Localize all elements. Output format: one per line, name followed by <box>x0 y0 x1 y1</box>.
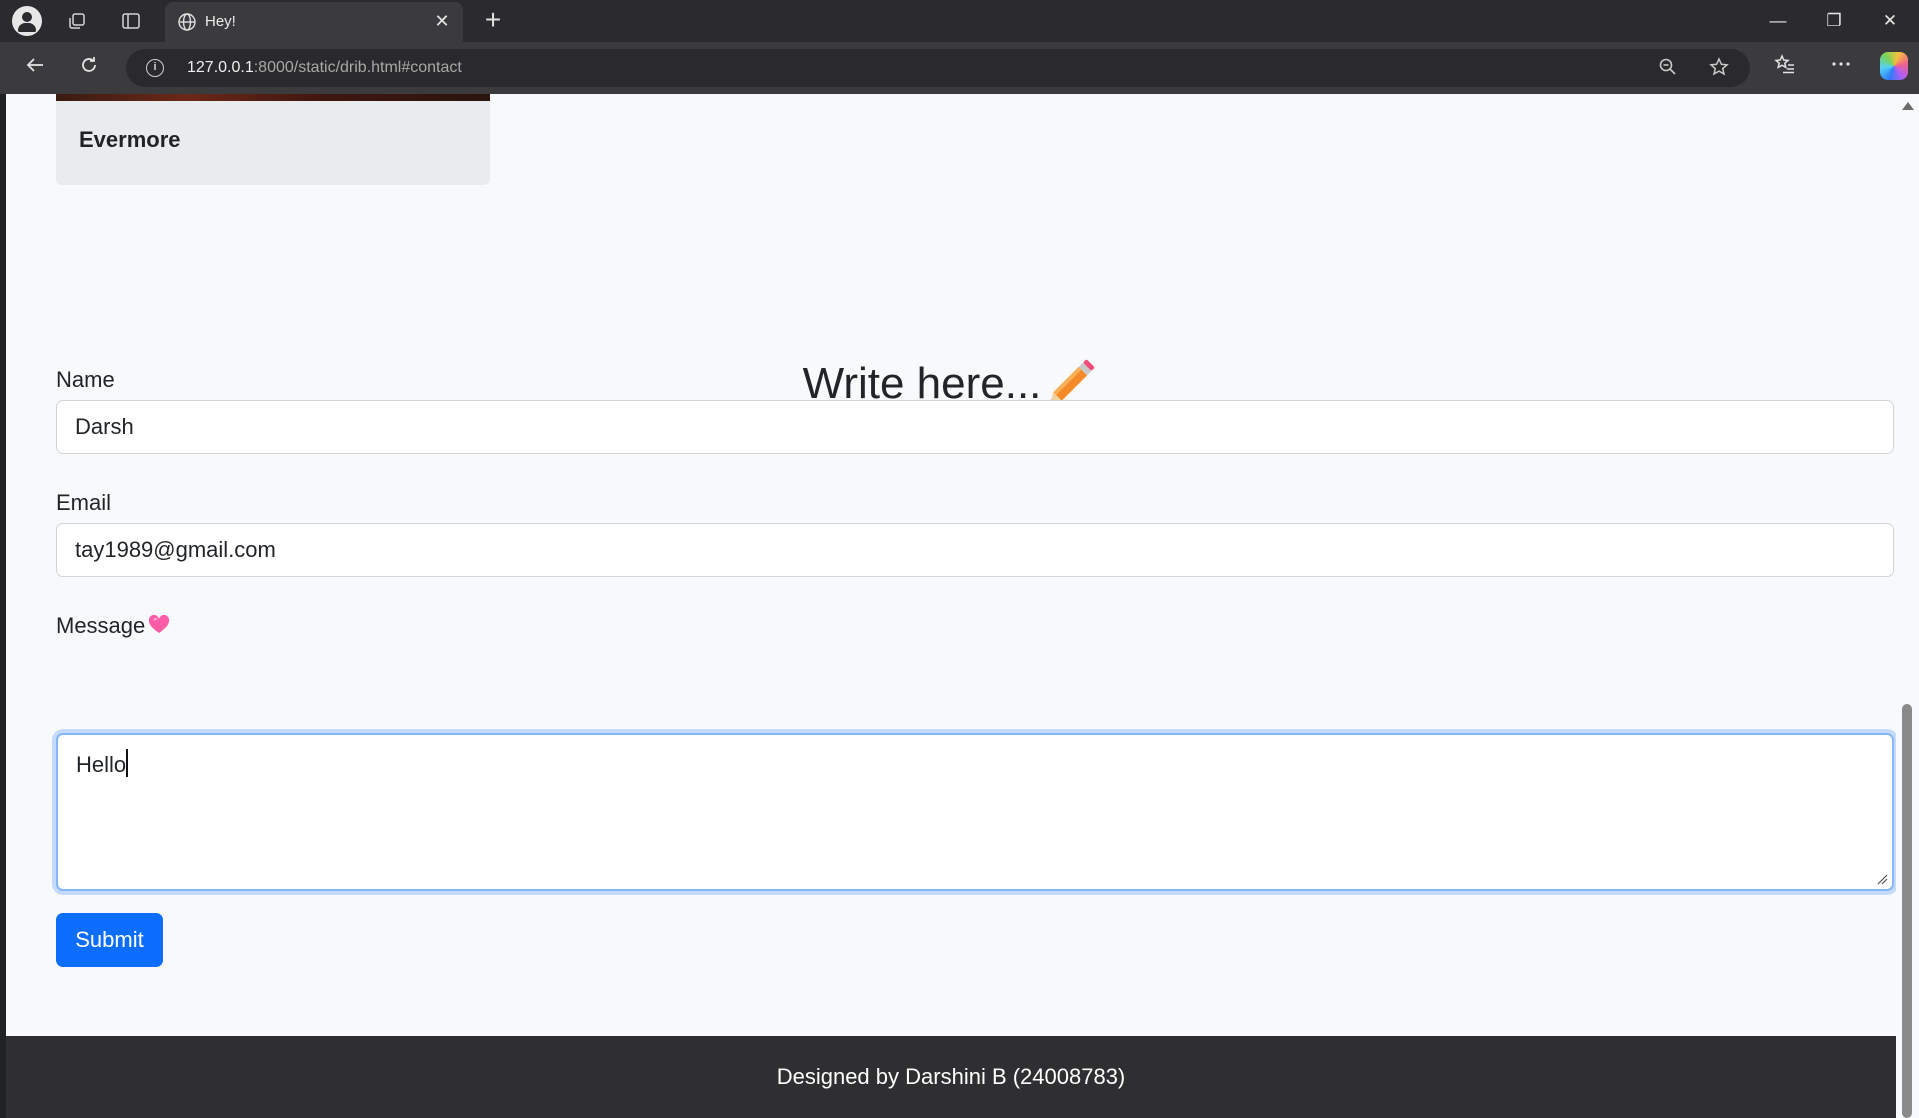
email-label: Email <box>56 490 112 515</box>
message-textarea[interactable]: Hello <box>56 733 1894 891</box>
page-footer: Designed by Darshini B (24008783) <box>6 1036 1896 1118</box>
tab-actions-icon[interactable] <box>118 8 144 34</box>
pencil-icon <box>1050 359 1095 404</box>
close-window-button[interactable]: ✕ <box>1862 0 1918 42</box>
minimize-button[interactable]: — <box>1750 0 1806 42</box>
album-card[interactable]: Evermore <box>56 94 490 185</box>
name-label: Name <box>56 367 115 392</box>
profile-avatar-icon[interactable] <box>12 6 42 36</box>
address-toolbar: i 127.0.0.1:8000/static/drib.html#contac… <box>0 42 1919 94</box>
globe-icon <box>178 13 196 31</box>
restore-button[interactable]: ❐ <box>1806 0 1862 42</box>
page-viewport: Evermore Write here... Name Darsh Email … <box>6 94 1896 1118</box>
scroll-up-arrow-icon[interactable] <box>1902 102 1914 110</box>
vertical-scrollbar[interactable] <box>1896 94 1919 1118</box>
submit-button[interactable]: Submit <box>56 913 163 967</box>
browser-tab[interactable]: Hey! ✕ <box>165 2 463 42</box>
text-caret <box>126 749 129 777</box>
tab-close-icon[interactable]: ✕ <box>431 10 453 32</box>
message-text: Hello <box>76 752 127 777</box>
tab-title: Hey! <box>205 13 236 30</box>
site-info-icon[interactable]: i <box>146 59 164 77</box>
favorites-list-icon[interactable] <box>1770 53 1800 83</box>
url-text[interactable]: 127.0.0.1:8000/static/drib.html#contact <box>187 59 462 77</box>
album-cover-image <box>56 94 490 101</box>
back-arrow-icon[interactable] <box>20 54 50 84</box>
refresh-icon[interactable] <box>74 54 104 84</box>
email-input[interactable]: tay1989@gmail.com <box>56 523 1894 577</box>
new-tab-button[interactable]: + <box>478 6 508 36</box>
more-options-icon[interactable] <box>1826 53 1856 83</box>
favorite-star-icon[interactable] <box>1708 57 1730 79</box>
collections-icon[interactable] <box>64 8 90 34</box>
browser-titlebar: Hey! ✕ + — ❐ ✕ <box>0 0 1919 42</box>
resize-grip-icon[interactable] <box>1876 873 1888 885</box>
name-input[interactable]: Darsh <box>56 400 1894 454</box>
footer-text: Designed by Darshini B (24008783) <box>776 1064 1126 1089</box>
zoom-out-icon[interactable] <box>1657 57 1679 79</box>
message-label-row: Message <box>56 613 170 639</box>
album-title: Evermore <box>79 127 181 152</box>
message-label: Message <box>56 613 146 638</box>
scrollbar-thumb[interactable] <box>1902 704 1912 1118</box>
address-bar[interactable]: i 127.0.0.1:8000/static/drib.html#contac… <box>126 49 1750 87</box>
copilot-icon[interactable] <box>1880 52 1908 80</box>
sparkling-heart-icon <box>149 615 170 633</box>
